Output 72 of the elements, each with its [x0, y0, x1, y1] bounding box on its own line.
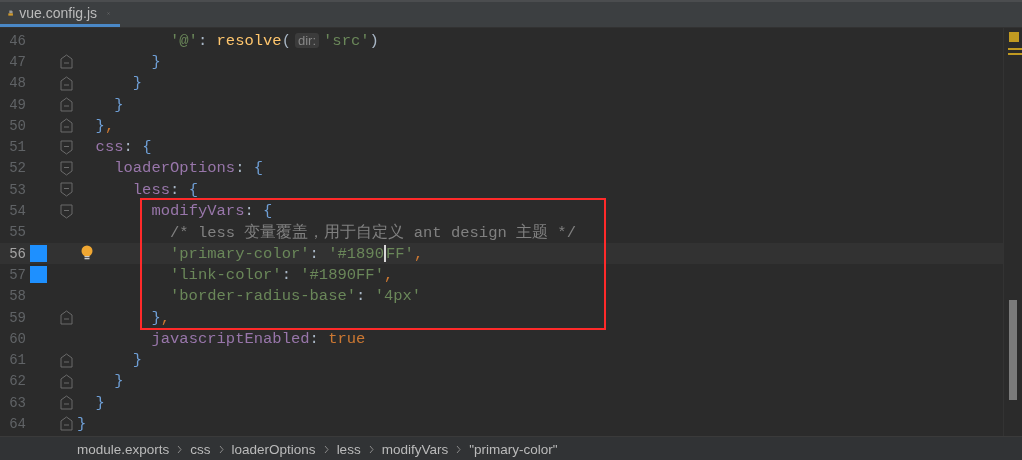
punctuation: : — [281, 265, 292, 284]
breadcrumb-item[interactable]: module.exports — [77, 441, 170, 457]
brace: { — [188, 180, 198, 199]
keyword: , — [160, 308, 171, 327]
keyword: , — [413, 244, 424, 263]
string-literal: 'border-radius-base' — [170, 287, 357, 306]
property-name: less — [132, 180, 171, 199]
string-literal: FF' — [385, 244, 414, 263]
tab-title: vue.config.js — [19, 5, 98, 21]
punctuation: : — [197, 31, 209, 50]
code-comment: /* less 变量覆盖，用于自定义 ant design 主题 */ — [170, 222, 576, 243]
string-literal: 'primary-color' — [170, 244, 310, 263]
string-literal: 'src' — [323, 31, 370, 50]
keyword: , — [104, 116, 115, 135]
brace: } — [132, 74, 143, 93]
function-name: resolve — [216, 31, 282, 50]
brace: } — [132, 351, 143, 370]
line-number: 64 — [8, 416, 26, 432]
punctuation: ( — [281, 31, 291, 50]
line-number: 57 — [8, 266, 26, 283]
line-number: 50 — [8, 117, 26, 134]
string-literal: '@' — [170, 31, 198, 50]
line-number: 51 — [8, 139, 26, 156]
line-number: 61 — [8, 352, 26, 369]
string-literal: 'link-color' — [170, 265, 282, 284]
string-literal: '4px' — [374, 287, 422, 306]
brace: { — [253, 159, 264, 178]
breadcrumb-item[interactable]: "primary-color" — [469, 441, 558, 457]
line-number: 54 — [8, 203, 26, 219]
breadcrumb-item[interactable]: loaderOptions — [231, 441, 316, 457]
line-number: 58 — [8, 288, 26, 305]
punctuation: : — [235, 159, 246, 178]
brace: } — [77, 415, 87, 433]
line-number: 63 — [8, 394, 26, 411]
brace: } — [151, 308, 161, 327]
string-literal: '#1890 — [328, 244, 384, 263]
property-name: modifyVars — [151, 202, 245, 220]
line-number: 49 — [8, 96, 26, 113]
property-name: css — [95, 138, 124, 157]
line-number: 53 — [8, 181, 26, 198]
brace: } — [95, 393, 105, 412]
keyword: true — [328, 329, 366, 348]
line-number: 47 — [8, 53, 26, 70]
property-name: loaderOptions — [114, 159, 236, 178]
line-number: 46 — [8, 32, 26, 49]
breadcrumb-item[interactable]: modifyVars — [381, 441, 449, 457]
keyword: , — [383, 265, 394, 284]
line-number: 59 — [8, 309, 26, 326]
parameter-hint: dir: — [294, 33, 320, 49]
property-name: javascriptEnabled — [151, 329, 310, 348]
line-number: 62 — [8, 373, 26, 390]
punctuation: : — [170, 180, 181, 199]
punctuation: : — [309, 244, 320, 263]
line-number: 60 — [8, 330, 26, 347]
line-number: 48 — [8, 75, 26, 92]
breadcrumb-item[interactable]: css — [190, 441, 211, 457]
brace: { — [142, 138, 152, 157]
string-literal: '#1890FF' — [300, 265, 384, 284]
brace: } — [95, 116, 105, 135]
punctuation: : — [123, 138, 134, 157]
line-number: 56 — [8, 245, 26, 262]
punctuation: : — [356, 287, 367, 306]
brace: { — [263, 202, 273, 220]
brace: } — [114, 95, 124, 114]
brace: } — [114, 372, 124, 391]
line-number: 55 — [8, 224, 26, 241]
breadcrumb-item[interactable]: less — [336, 441, 361, 457]
brace: } — [151, 52, 161, 71]
punctuation: ) — [369, 31, 379, 50]
line-number: 52 — [8, 160, 26, 177]
punctuation: : — [309, 329, 320, 348]
punctuation: : — [244, 202, 255, 220]
